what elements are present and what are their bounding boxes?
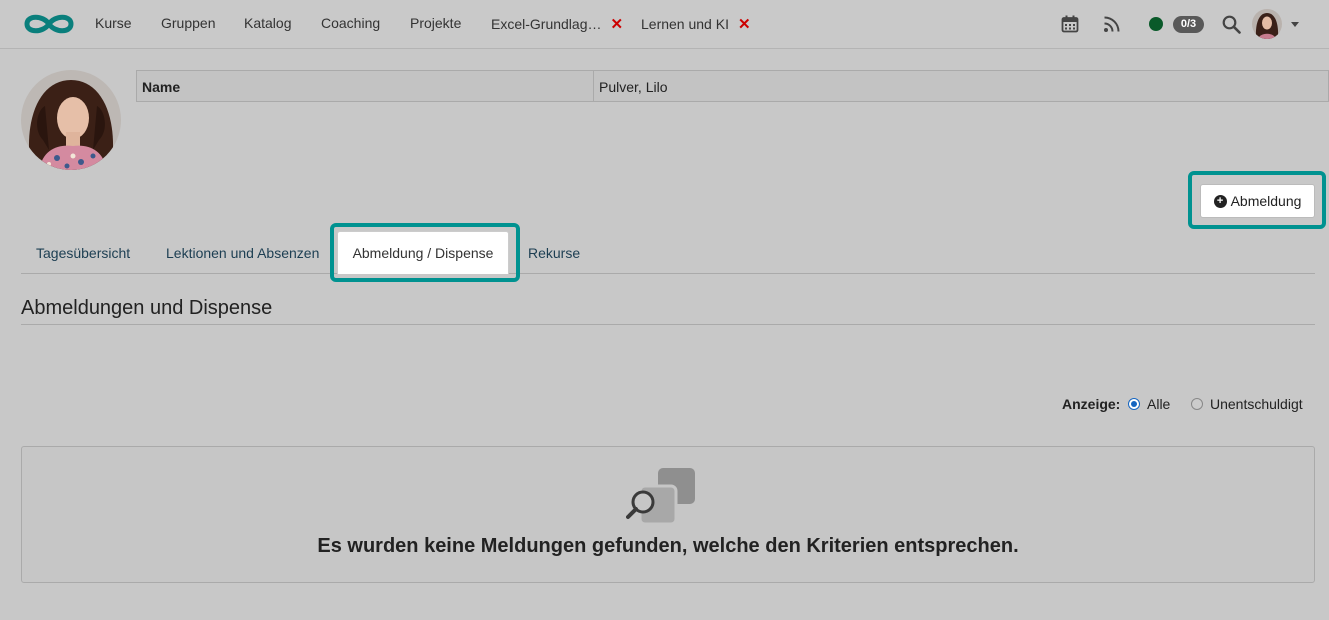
close-tab-icon[interactable]: ✕ [738,16,751,33]
nav-item-projekte[interactable]: Projekte [410,15,461,31]
tab-label[interactable]: Abmeldung / Dispense [353,245,494,261]
nav-item-katalog[interactable]: Katalog [244,15,291,31]
radio-unentschuldigt[interactable] [1191,398,1203,410]
tab-abmeldung-dispense[interactable]: Abmeldung / Dispense [337,231,509,274]
nav-item-lernen-und-ki[interactable]: Lernen und KI ✕ [641,15,751,33]
logo-icon[interactable] [22,10,76,38]
tab-lektionen-und-absenzen[interactable]: Lektionen und Absenzen [166,245,319,261]
empty-state-message: Es wurden keine Meldungen gefunden, welc… [317,535,1019,557]
profile-info-table: Name Pulver, Lilo [136,70,1329,102]
section-title: Abmeldungen und Dispense [21,297,273,319]
name-key: Name [137,71,594,101]
tab-tagesuebersicht[interactable]: Tagesübersicht [36,245,130,261]
nav-item-excel-grundlagen[interactable]: Excel-Grundlag… ✕ [491,15,623,33]
radio-alle[interactable] [1128,398,1140,410]
nav-item-kurse[interactable]: Kurse [95,15,132,31]
nav-item-gruppen[interactable]: Gruppen [161,15,215,31]
user-avatar[interactable] [1252,9,1282,39]
radio-alle-label[interactable]: Alle [1147,396,1170,412]
plus-circle-icon: + [1213,194,1227,208]
name-value: Pulver, Lilo [599,79,668,95]
section-divider [21,324,1315,325]
add-abmeldung-button[interactable]: + Abmeldung [1200,184,1315,218]
notification-badge[interactable]: 0/3 [1173,16,1204,33]
chevron-down-icon[interactable] [1291,22,1299,27]
calendar-icon[interactable] [1058,12,1082,36]
profile-photo [21,70,121,170]
nav-item-coaching[interactable]: Coaching [321,15,380,31]
top-navigation-bar: Kurse Gruppen Katalog Coaching Projekte … [0,0,1329,49]
nav-item-label[interactable]: Excel-Grundlag… [491,16,602,32]
add-abmeldung-label[interactable]: Abmeldung [1231,193,1302,209]
close-tab-icon[interactable]: ✕ [611,16,624,33]
tab-rekurse[interactable]: Rekurse [528,245,580,261]
rss-icon[interactable] [1100,12,1124,36]
radio-unentschuldigt-label[interactable]: Unentschuldigt [1210,396,1303,412]
filter-label: Anzeige: [1062,396,1121,412]
online-status-icon[interactable] [1149,17,1163,31]
tabs-divider [21,273,1315,274]
empty-search-icon [626,468,695,526]
search-icon[interactable] [1219,12,1243,36]
nav-item-label[interactable]: Lernen und KI [641,16,729,32]
